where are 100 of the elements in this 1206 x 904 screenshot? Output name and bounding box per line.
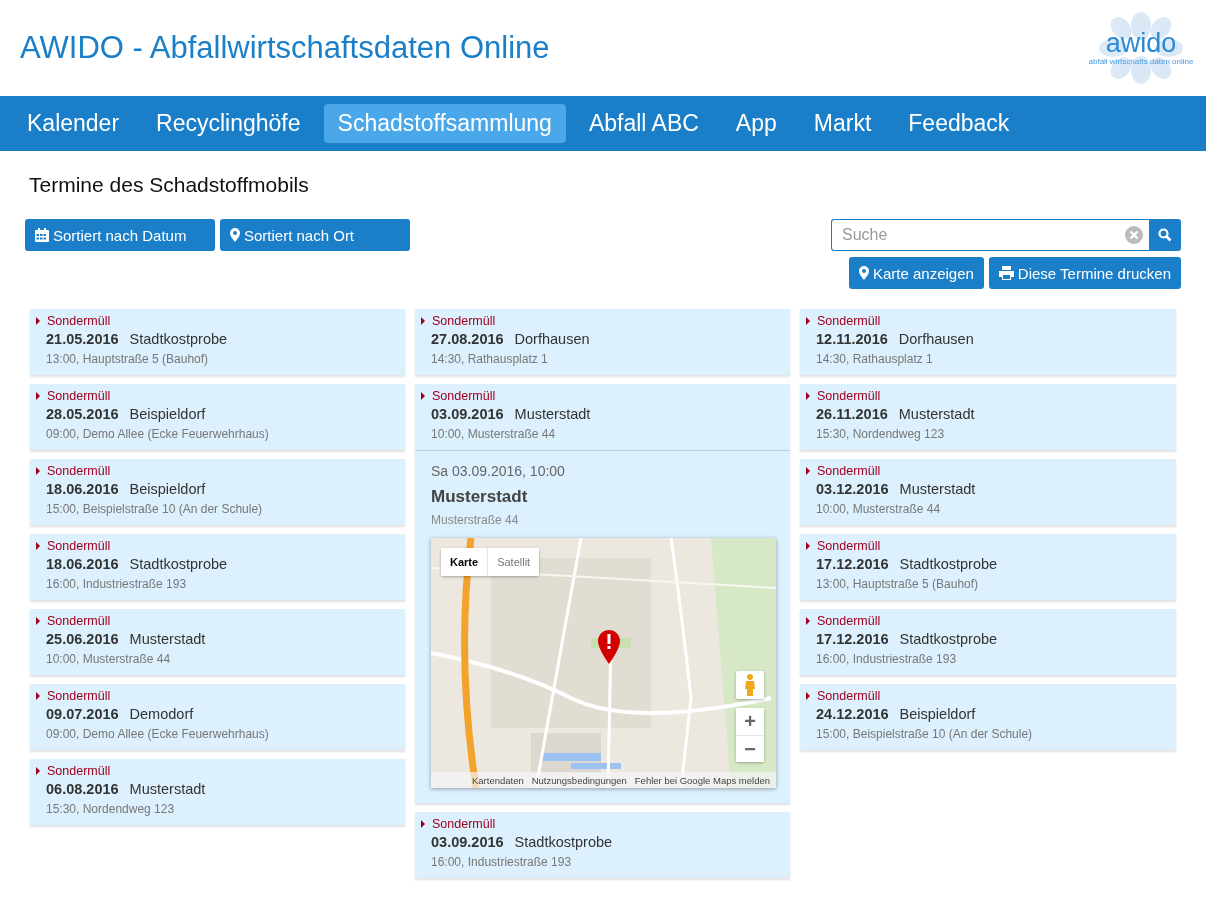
page-heading: Termine des Schadstoffmobils xyxy=(29,173,310,197)
caret-icon xyxy=(36,467,40,475)
search-button[interactable] xyxy=(1149,219,1181,251)
category-label: Sondermüll xyxy=(47,764,111,778)
appointment-date: 17.12.2016 xyxy=(816,631,889,647)
appointment-card[interactable]: Sondermüll 06.08.2016 Musterstadt 15:30, Nordendweg 123 xyxy=(30,759,405,825)
appointment-time-address: 16:00, Industriestraße 193 xyxy=(816,652,958,666)
nav-tab[interactable]: Recyclinghöfe xyxy=(142,104,315,143)
appointment-card[interactable]: Sondermüll 17.12.2016 Stadtkostprobe 16:00, Industriestraße 193 xyxy=(800,609,1176,675)
appointment-place: Musterstadt xyxy=(514,406,591,422)
nav-tab[interactable]: Feedback xyxy=(894,104,1024,143)
appointment-card[interactable]: Sondermüll 27.08.2016 Dorfhausen 14:30, Rathausplatz 1 xyxy=(415,309,790,375)
search-field[interactable]: Suche xyxy=(831,219,1149,251)
appointment-time-address: 10:00, Musterstraße 44 xyxy=(46,652,172,666)
pin-icon xyxy=(230,228,240,242)
caret-icon xyxy=(421,392,425,400)
expanded-appointment-card[interactable]: Sondermüll 03.09.2016 Musterstadt 10:00, Musterstraße 44 Sa 03.09.2016, 10:00 Musterstadt Musterstraße 44 Karte Satellit + − Kartendaten Nutzungsbedingungen Fehler bei Google Maps melden xyxy=(415,384,790,803)
caret-icon xyxy=(36,692,40,700)
appointment-date: 28.05.2016 xyxy=(46,406,119,422)
appointment-time-address: 16:00, Industriestraße 193 xyxy=(431,855,573,869)
appointment-card[interactable]: Sondermüll 18.06.2016 Beispieldorf 15:00, Beispielstraße 10 (An der Schule) xyxy=(30,459,405,525)
search-icon xyxy=(1158,228,1172,242)
category-label: Sondermüll xyxy=(47,614,111,628)
appointment-time-address: 13:00, Hauptstraße 5 (Bauhof) xyxy=(816,577,980,591)
map-footer-link[interactable]: Nutzungsbedingungen xyxy=(531,774,627,786)
appointment-time-address: 13:00, Hauptstraße 5 (Bauhof) xyxy=(46,352,210,366)
caret-icon xyxy=(806,317,810,325)
category-label: Sondermüll xyxy=(432,314,496,328)
appointment-time-address: 09:00, Demo Allee (Ecke Feuerwehrhaus) xyxy=(46,727,270,741)
appointment-date: 25.06.2016 xyxy=(46,631,119,647)
nav-tab[interactable]: Kalender xyxy=(13,104,134,143)
appointment-card[interactable]: Sondermüll 03.12.2016 Musterstadt 10:00, Musterstraße 44 xyxy=(800,459,1176,525)
caret-icon xyxy=(806,692,810,700)
map-type-tab[interactable]: Karte xyxy=(441,548,488,576)
appointment-card[interactable]: Sondermüll 26.11.2016 Musterstadt 15:30, Nordendweg 123 xyxy=(800,384,1176,450)
appointment-date: 21.05.2016 xyxy=(46,331,119,347)
appointment-place: Dorfhausen xyxy=(514,331,590,347)
appointment-card[interactable]: Sondermüll 25.06.2016 Musterstadt 10:00, Musterstraße 44 xyxy=(30,609,405,675)
appointment-place: Musterstadt xyxy=(129,631,206,647)
appointment-card[interactable]: Sondermüll 12.11.2016 Dorfhausen 14:30, Rathausplatz 1 xyxy=(800,309,1176,375)
appointment-place: Beispieldorf xyxy=(129,406,206,422)
appointment-card[interactable]: Sondermüll 24.12.2016 Beispieldorf 15:00, Beispielstraße 10 (An der Schule) xyxy=(800,684,1176,750)
appointment-date: 09.07.2016 xyxy=(46,706,119,722)
appointment-date: 24.12.2016 xyxy=(816,706,889,722)
category-label: Sondermüll xyxy=(817,614,881,628)
site-title: AWIDO - Abfallwirtschaftsdaten Online xyxy=(20,30,550,66)
category-label: Sondermüll xyxy=(47,389,111,403)
caret-icon xyxy=(36,767,40,775)
category-label: Sondermüll xyxy=(47,314,111,328)
print-button[interactable]: Diese Termine drucken xyxy=(988,257,1181,289)
appointment-time-address: 15:30, Nordendweg 123 xyxy=(816,427,946,441)
detail-datetime: Sa 03.09.2016, 10:00 xyxy=(431,463,566,479)
caret-icon xyxy=(806,392,810,400)
caret-icon xyxy=(806,542,810,550)
appointment-card[interactable]: Sondermüll 28.05.2016 Beispieldorf 09:00, Demo Allee (Ecke Feuerwehrhaus) xyxy=(30,384,405,450)
caret-icon xyxy=(421,317,425,325)
appointment-card[interactable]: Sondermüll 17.12.2016 Stadtkostprobe 13:00, Hauptstraße 5 (Bauhof) xyxy=(800,534,1176,600)
appointment-place: Stadtkostprobe xyxy=(899,556,998,572)
category-label: Sondermüll xyxy=(47,689,111,703)
category-label: Sondermüll xyxy=(817,389,881,403)
appointment-place: Stadtkostprobe xyxy=(129,556,228,572)
caret-icon xyxy=(36,542,40,550)
appointment-card[interactable]: Sondermüll 21.05.2016 Stadtkostprobe 13:00, Hauptstraße 5 (Bauhof) xyxy=(30,309,405,375)
appointment-card[interactable]: Sondermüll 03.09.2016 Stadtkostprobe 16:00, Industriestraße 193 xyxy=(415,812,790,878)
appointment-card[interactable]: Sondermüll 18.06.2016 Stadtkostprobe 16:00, Industriestraße 193 xyxy=(30,534,405,600)
clear-icon[interactable] xyxy=(1125,226,1143,244)
map-type-tab[interactable]: Satellit xyxy=(487,548,540,576)
map-footer-link[interactable]: Kartendaten xyxy=(471,774,524,786)
caret-icon xyxy=(806,617,810,625)
category-label: Sondermüll xyxy=(817,539,881,553)
sort-button[interactable]: Sortiert nach Ort xyxy=(220,219,410,251)
appointment-place: Stadtkostprobe xyxy=(129,331,228,347)
category-label: Sondermüll xyxy=(817,314,881,328)
appointment-place: Musterstadt xyxy=(898,406,975,422)
zoom-in-button[interactable]: + xyxy=(736,708,764,735)
sort-button[interactable]: Sortiert nach Datum xyxy=(25,219,215,251)
category-label: Sondermüll xyxy=(47,464,111,478)
appointment-place: Beispieldorf xyxy=(129,481,206,497)
appointment-date: 03.12.2016 xyxy=(816,481,889,497)
appointment-time-address: 15:00, Beispielstraße 10 (An der Schule) xyxy=(46,502,264,516)
appointment-time-address: 09:00, Demo Allee (Ecke Feuerwehrhaus) xyxy=(46,427,270,441)
detail-address: Musterstraße 44 xyxy=(431,513,520,527)
zoom-out-button[interactable]: − xyxy=(736,735,764,762)
appointment-date: 17.12.2016 xyxy=(816,556,889,572)
map-footer-link[interactable]: Fehler bei Google Maps melden xyxy=(634,774,770,786)
nav-tab[interactable]: Abfall ABC xyxy=(574,104,713,143)
appointment-place: Demodorf xyxy=(129,706,194,722)
appointment-place: Stadtkostprobe xyxy=(514,834,613,850)
detail-place: Musterstadt xyxy=(431,487,529,507)
appointment-place: Musterstadt xyxy=(899,481,976,497)
map-button[interactable]: Karte anzeigen xyxy=(848,257,984,289)
nav-tab[interactable]: Markt xyxy=(799,104,886,143)
appointment-place: Stadtkostprobe xyxy=(899,631,998,647)
nav-tab[interactable]: App xyxy=(721,104,791,143)
street-view-button[interactable] xyxy=(736,671,764,699)
appointment-date: 12.11.2016 xyxy=(816,331,888,347)
category-label: Sondermüll xyxy=(817,464,881,478)
appointment-date: 03.09.2016 xyxy=(431,834,504,850)
map-marker-icon xyxy=(598,630,620,664)
appointment-card[interactable]: Sondermüll 09.07.2016 Demodorf 09:00, Demo Allee (Ecke Feuerwehrhaus) xyxy=(30,684,405,750)
